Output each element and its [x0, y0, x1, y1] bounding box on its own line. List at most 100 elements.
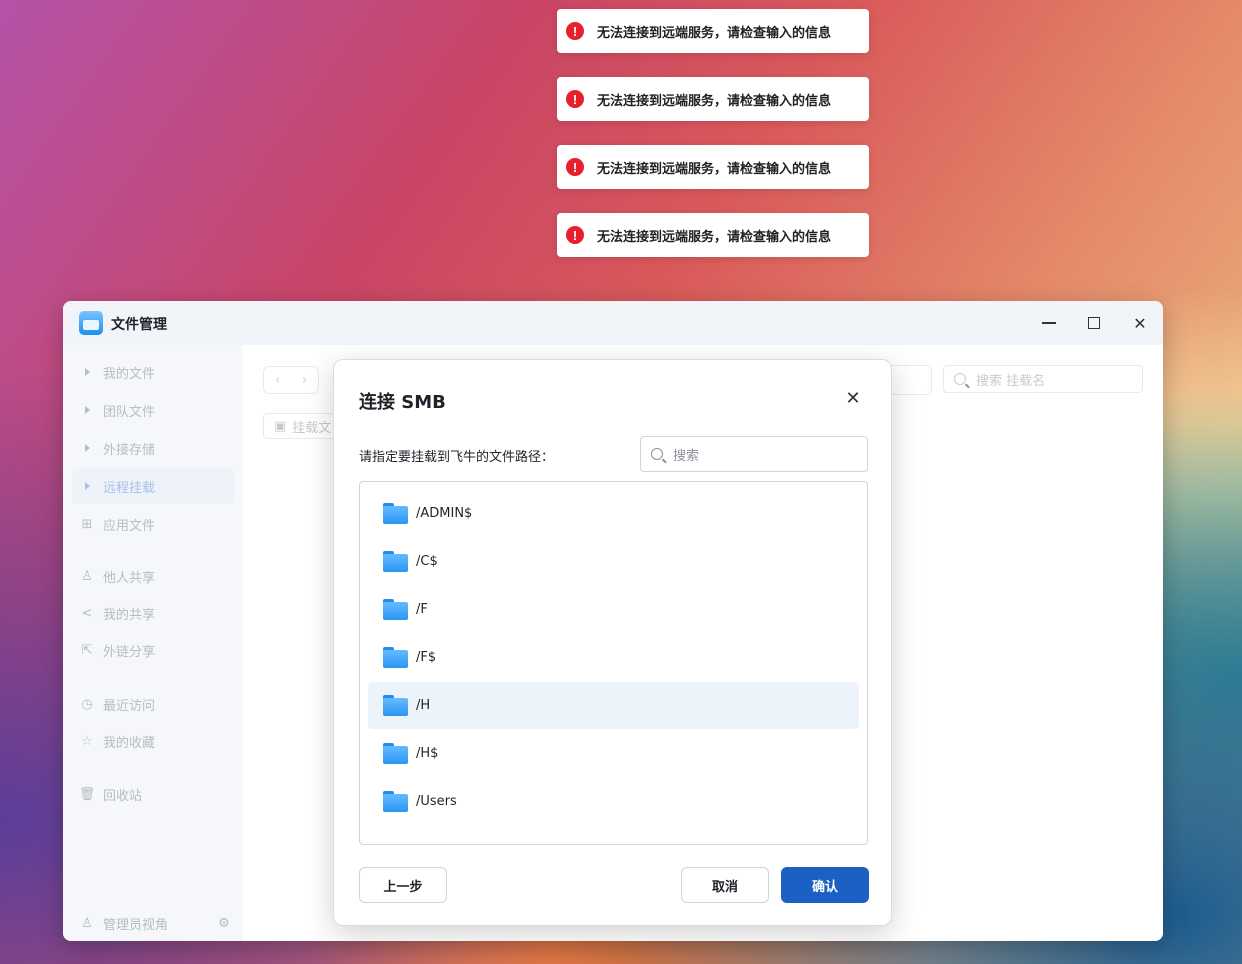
- expand-arrow-icon: [85, 368, 90, 376]
- confirm-button[interactable]: 确认: [781, 867, 869, 903]
- error-icon: !: [566, 90, 584, 108]
- sidebar-item-label: 远程挂载: [103, 480, 156, 496]
- cancel-button[interactable]: 取消: [681, 867, 769, 903]
- folder-row[interactable]: /F: [368, 586, 859, 633]
- folder-list: /ADMIN$ /C$ /F /F$ /H /H$ /Users: [359, 481, 868, 845]
- sidebar-item-label: 应用文件: [103, 518, 156, 534]
- folder-name: /H$: [416, 746, 439, 761]
- sidebar-item-team-files[interactable]: 团队文件: [72, 392, 235, 428]
- error-toast: ! 无法连接到远端服务，请检查输入的信息: [557, 145, 869, 189]
- admin-view-label: 管理员视角: [103, 917, 169, 933]
- sidebar-item-label: 团队文件: [103, 404, 156, 420]
- mount-search-placeholder: 搜索 挂载名: [976, 373, 1046, 389]
- sidebar-item-label: 最近访问: [103, 698, 156, 714]
- sidebar-item-label: 他人共享: [103, 570, 156, 586]
- path-prompt: 请指定要挂载到飞牛的文件路径：: [359, 450, 555, 465]
- folder-row-selected[interactable]: /H: [368, 682, 859, 729]
- folder-name: /ADMIN$: [416, 506, 473, 521]
- sidebar-item-label: 我的共享: [103, 607, 156, 623]
- mount-search-input[interactable]: 搜索 挂载名: [943, 365, 1143, 393]
- maximize-button[interactable]: [1079, 309, 1109, 337]
- folder-name: /H: [416, 698, 431, 713]
- sidebar-item-label: 我的收藏: [103, 735, 156, 751]
- error-toast: ! 无法连接到远端服务，请检查输入的信息: [557, 213, 869, 257]
- close-icon: ✕: [845, 387, 861, 409]
- sidebar: 我的文件 团队文件 外接存储 远程挂载 ⊞ 应用文件 ♙ 他人共享 < 我的共享…: [63, 345, 243, 941]
- admin-view-toggle[interactable]: ♙ 管理员视角 ⚙: [72, 905, 235, 941]
- folder-row[interactable]: /C$: [368, 538, 859, 585]
- folder-row[interactable]: /Users: [368, 778, 859, 825]
- sidebar-item-external-storage[interactable]: 外接存储: [72, 430, 235, 466]
- sidebar-item-my-files[interactable]: 我的文件: [72, 354, 235, 390]
- toast-message: 无法连接到远端服务，请检查输入的信息: [597, 25, 832, 41]
- close-icon: ✕: [1133, 313, 1147, 333]
- sidebar-item-recycle-bin[interactable]: 🗑 回收站: [72, 776, 235, 812]
- folder-name: /F$: [416, 650, 437, 665]
- user-icon: ♙: [81, 915, 93, 931]
- error-icon: !: [566, 158, 584, 176]
- star-icon: ☆: [81, 733, 93, 749]
- expand-arrow-icon: [85, 482, 90, 490]
- back-button[interactable]: ‹: [264, 367, 291, 393]
- sidebar-item-label: 我的文件: [103, 366, 156, 382]
- window-title: 文件管理: [111, 317, 167, 333]
- close-window-button[interactable]: ✕: [1125, 309, 1155, 337]
- folder-add-icon: ▣: [274, 418, 287, 434]
- trash-icon: 🗑: [78, 786, 96, 802]
- user-icon: ♙: [81, 568, 93, 584]
- expand-arrow-icon: [85, 406, 90, 414]
- error-icon: !: [566, 22, 584, 40]
- folder-icon: [383, 791, 408, 812]
- search-placeholder: 搜索: [673, 448, 700, 464]
- sidebar-item-external-links[interactable]: ⇱ 外链分享: [72, 632, 235, 668]
- error-icon: !: [566, 226, 584, 244]
- previous-step-button[interactable]: 上一步: [359, 867, 447, 903]
- folder-search-input[interactable]: 搜索: [640, 436, 868, 472]
- folder-icon: [383, 695, 408, 716]
- dialog-close-button[interactable]: ✕: [843, 387, 863, 409]
- forward-button[interactable]: ›: [291, 367, 318, 393]
- sidebar-item-label: 回收站: [103, 788, 143, 804]
- file-manager-app-icon: [79, 311, 103, 335]
- title-bar[interactable]: 文件管理 ✕: [63, 301, 1163, 345]
- toast-message: 无法连接到远端服务，请检查输入的信息: [597, 93, 832, 109]
- minimize-icon: [1042, 322, 1056, 324]
- sidebar-item-remote-mount[interactable]: 远程挂载: [72, 468, 235, 504]
- folder-row[interactable]: /ADMIN$: [368, 490, 859, 537]
- folder-name: /F: [416, 602, 428, 617]
- search-icon: [651, 448, 663, 460]
- folder-icon: [383, 743, 408, 764]
- folder-row[interactable]: /H$: [368, 730, 859, 777]
- history-nav: ‹ ›: [263, 366, 319, 394]
- sidebar-item-favorites[interactable]: ☆ 我的收藏: [72, 723, 235, 759]
- sidebar-item-label: 外链分享: [103, 644, 156, 660]
- clock-icon: ◷: [81, 696, 93, 712]
- folder-icon: [383, 503, 408, 524]
- error-toast: ! 无法连接到远端服务，请检查输入的信息: [557, 9, 869, 53]
- maximize-icon: [1088, 317, 1100, 329]
- sidebar-item-my-shares[interactable]: < 我的共享: [72, 595, 235, 631]
- dialog-title: 连接 SMB: [359, 392, 446, 413]
- folder-icon: [383, 551, 408, 572]
- apps-icon: ⊞: [81, 516, 93, 532]
- external-share-icon: ⇱: [81, 642, 93, 658]
- folder-row[interactable]: /F$: [368, 634, 859, 681]
- folder-name: /C$: [416, 554, 438, 569]
- toast-message: 无法连接到远端服务，请检查输入的信息: [597, 161, 832, 177]
- folder-icon: [383, 599, 408, 620]
- sidebar-item-shared-with-me[interactable]: ♙ 他人共享: [72, 558, 235, 594]
- gear-icon[interactable]: ⚙: [217, 916, 231, 931]
- share-icon: <: [81, 605, 93, 621]
- expand-arrow-icon: [85, 444, 90, 452]
- sidebar-item-app-files[interactable]: ⊞ 应用文件: [72, 506, 235, 542]
- mount-button-label: 挂载文: [292, 420, 332, 436]
- error-toast: ! 无法连接到远端服务，请检查输入的信息: [557, 77, 869, 121]
- folder-name: /Users: [416, 794, 457, 809]
- connect-smb-dialog: 连接 SMB ✕ 请指定要挂载到飞牛的文件路径： 搜索 /ADMIN$ /C$ …: [333, 359, 892, 926]
- search-icon: [954, 373, 966, 385]
- sidebar-item-label: 外接存储: [103, 442, 156, 458]
- toast-message: 无法连接到远端服务，请检查输入的信息: [597, 229, 832, 245]
- folder-icon: [383, 647, 408, 668]
- sidebar-item-recent[interactable]: ◷ 最近访问: [72, 686, 235, 722]
- minimize-button[interactable]: [1034, 309, 1064, 337]
